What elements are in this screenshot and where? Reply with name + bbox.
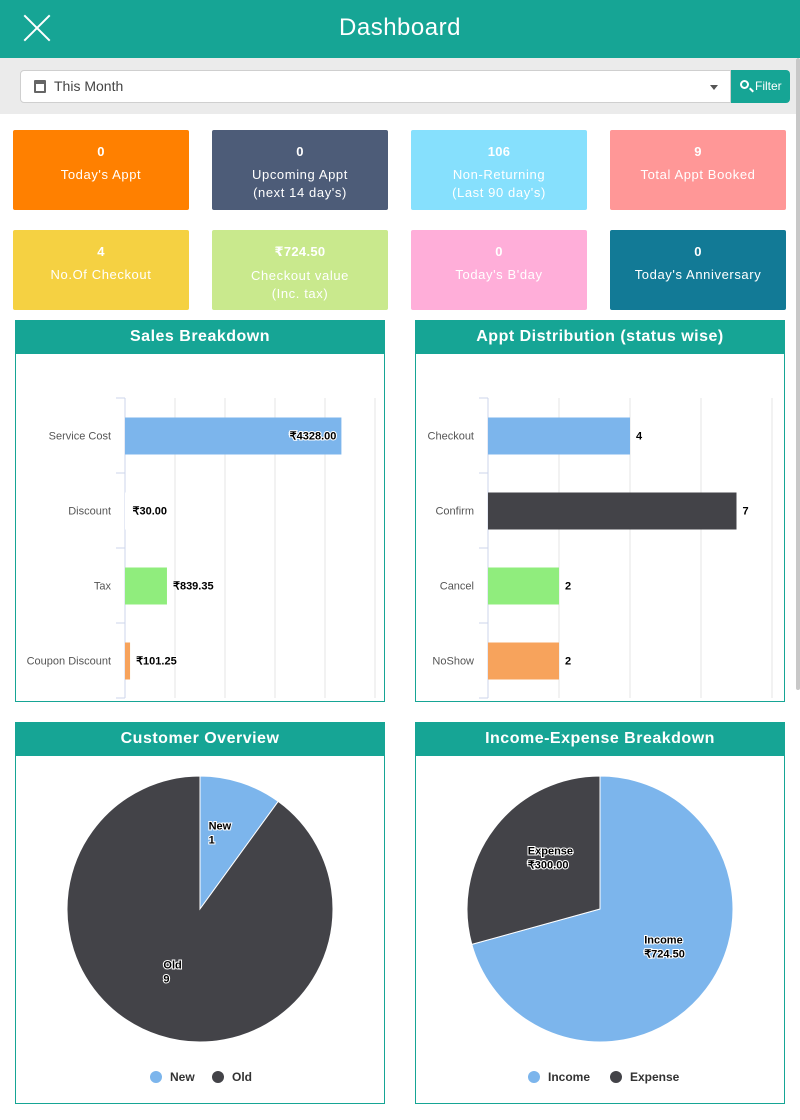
- slice-label: ₹724.50: [644, 948, 685, 960]
- legend-item: Income: [548, 1070, 590, 1084]
- appt-distribution-title: Appt Distribution (status wise): [416, 321, 784, 354]
- stat-label: Today's B'day: [455, 267, 543, 282]
- stat-label: Total Appt Booked: [640, 167, 756, 182]
- stat-value: 0: [97, 144, 105, 159]
- pie-slice-old: [66, 775, 334, 1043]
- data-label: 2: [565, 656, 571, 668]
- stat-label: Today's Anniversary: [634, 267, 762, 282]
- legend-item: Expense: [630, 1070, 680, 1084]
- stat-card-upcoming-appt[interactable]: 0 Upcoming Appt (next 14 day's): [212, 130, 388, 210]
- sales-breakdown-title: Sales Breakdown: [16, 321, 384, 354]
- app-header: Dashboard: [0, 0, 800, 58]
- bar-noshow: [488, 642, 559, 680]
- category-label: Service Cost: [49, 431, 111, 443]
- data-label: ₹839.35: [173, 581, 214, 593]
- income-expense-title: Income-Expense Breakdown: [416, 723, 784, 756]
- legend-item: New: [170, 1070, 195, 1084]
- category-label: Cancel: [440, 581, 474, 593]
- page-title: Dashboard: [339, 14, 461, 41]
- category-label: Coupon Discount: [27, 656, 111, 668]
- period-value: This Month: [54, 78, 124, 94]
- bar-tax: [125, 567, 167, 605]
- stat-value: 4: [97, 244, 105, 259]
- filter-button-label: Filter: [755, 79, 782, 93]
- stat-card-non-returning[interactable]: 106 Non-Returning (Last 90 day's): [411, 130, 587, 210]
- slice-label: New: [209, 820, 232, 832]
- bar-checkout: [488, 417, 630, 455]
- chevron-down-icon: [710, 85, 718, 90]
- stat-value: 106: [487, 144, 511, 159]
- legend-item: Old: [232, 1070, 252, 1084]
- stat-label: Today's Appt: [60, 167, 142, 182]
- category-label: Tax: [94, 581, 112, 593]
- slice-label: 1: [209, 834, 215, 846]
- stat-card-total-appt-booked[interactable]: 9 Total Appt Booked: [610, 130, 786, 210]
- period-select[interactable]: This Month: [20, 70, 731, 103]
- slice-label: Expense: [528, 846, 573, 858]
- slice-label: 9: [163, 974, 169, 986]
- legend-marker: [212, 1071, 224, 1083]
- legend-marker: [150, 1071, 162, 1083]
- customer-overview-chart: New 1 Old 9 New Old: [66, 775, 334, 1084]
- data-label: ₹101.25: [136, 656, 177, 668]
- sales-breakdown-panel: Sales Breakdown Service Cost ₹4328.00 Disc…: [15, 320, 385, 702]
- stat-card-checkout-count[interactable]: 4 No.Of Checkout: [13, 230, 189, 310]
- appt-distribution-chart: Checkout4Confirm7Cancel2NoShow202468: [428, 397, 773, 699]
- category-label: Checkout: [428, 431, 474, 443]
- legend-marker: [610, 1071, 622, 1083]
- stat-label: No.Of Checkout: [50, 267, 152, 282]
- bar-coupon-discount: [125, 642, 131, 680]
- data-label: ₹30.00: [133, 506, 168, 518]
- income-expense-chart: Income ₹724.50 Expense ₹300.00 Income Expense: [466, 775, 734, 1084]
- income-expense-panel: Income-Expense Breakdown Income ₹724.50 Ex…: [415, 722, 785, 1104]
- data-label: ₹4328.00: [290, 431, 337, 443]
- data-label: 4: [636, 431, 643, 443]
- search-icon: [740, 80, 749, 89]
- customer-overview-title: Customer Overview: [16, 723, 384, 756]
- appt-distribution-panel: Appt Distribution (status wise) Checkout…: [415, 320, 785, 702]
- data-label: 7: [743, 506, 749, 518]
- slice-label: Old: [163, 960, 181, 972]
- bar-confirm: [488, 492, 737, 530]
- filter-button[interactable]: Filter: [731, 70, 790, 103]
- slice-label: ₹300.00: [528, 860, 569, 872]
- page-scrollbar[interactable]: [796, 58, 800, 690]
- stat-card-todays-anniversary[interactable]: 0 Today's Anniversary: [610, 230, 786, 310]
- stat-label: Non-Returning (Last 90 day's): [452, 167, 546, 200]
- customer-overview-panel: Customer Overview New 1 Old 9 New Old: [15, 722, 385, 1104]
- stat-label: Checkout value (Inc. tax): [250, 268, 349, 301]
- stat-value: 0: [296, 144, 304, 159]
- stat-label: Upcoming Appt (next 14 day's): [252, 167, 348, 200]
- stat-card-checkout-value[interactable]: ₹724.50 Checkout value (Inc. tax): [212, 230, 388, 310]
- stat-card-todays-appt[interactable]: 0 Today's Appt: [13, 130, 189, 210]
- legend-marker: [528, 1071, 540, 1083]
- category-label: NoShow: [432, 656, 474, 668]
- stat-card-todays-birthday[interactable]: 0 Today's B'day: [411, 230, 587, 310]
- category-label: Discount: [68, 506, 111, 518]
- calendar-icon: [34, 80, 46, 93]
- data-label: 2: [565, 581, 571, 593]
- slice-label: Income: [644, 934, 683, 946]
- category-label: Confirm: [435, 506, 474, 518]
- sales-breakdown-chart: Service Cost ₹4328.00 Discount ₹30.00 Tax ₹83…: [27, 397, 376, 699]
- stat-value: 9: [694, 144, 702, 159]
- stat-value: 0: [694, 244, 702, 259]
- stat-value: ₹724.50: [274, 244, 326, 259]
- filter-bar: This Month Filter: [0, 58, 796, 114]
- bar-discount: [125, 492, 127, 530]
- bar-cancel: [488, 567, 559, 605]
- stat-value: 0: [495, 244, 503, 259]
